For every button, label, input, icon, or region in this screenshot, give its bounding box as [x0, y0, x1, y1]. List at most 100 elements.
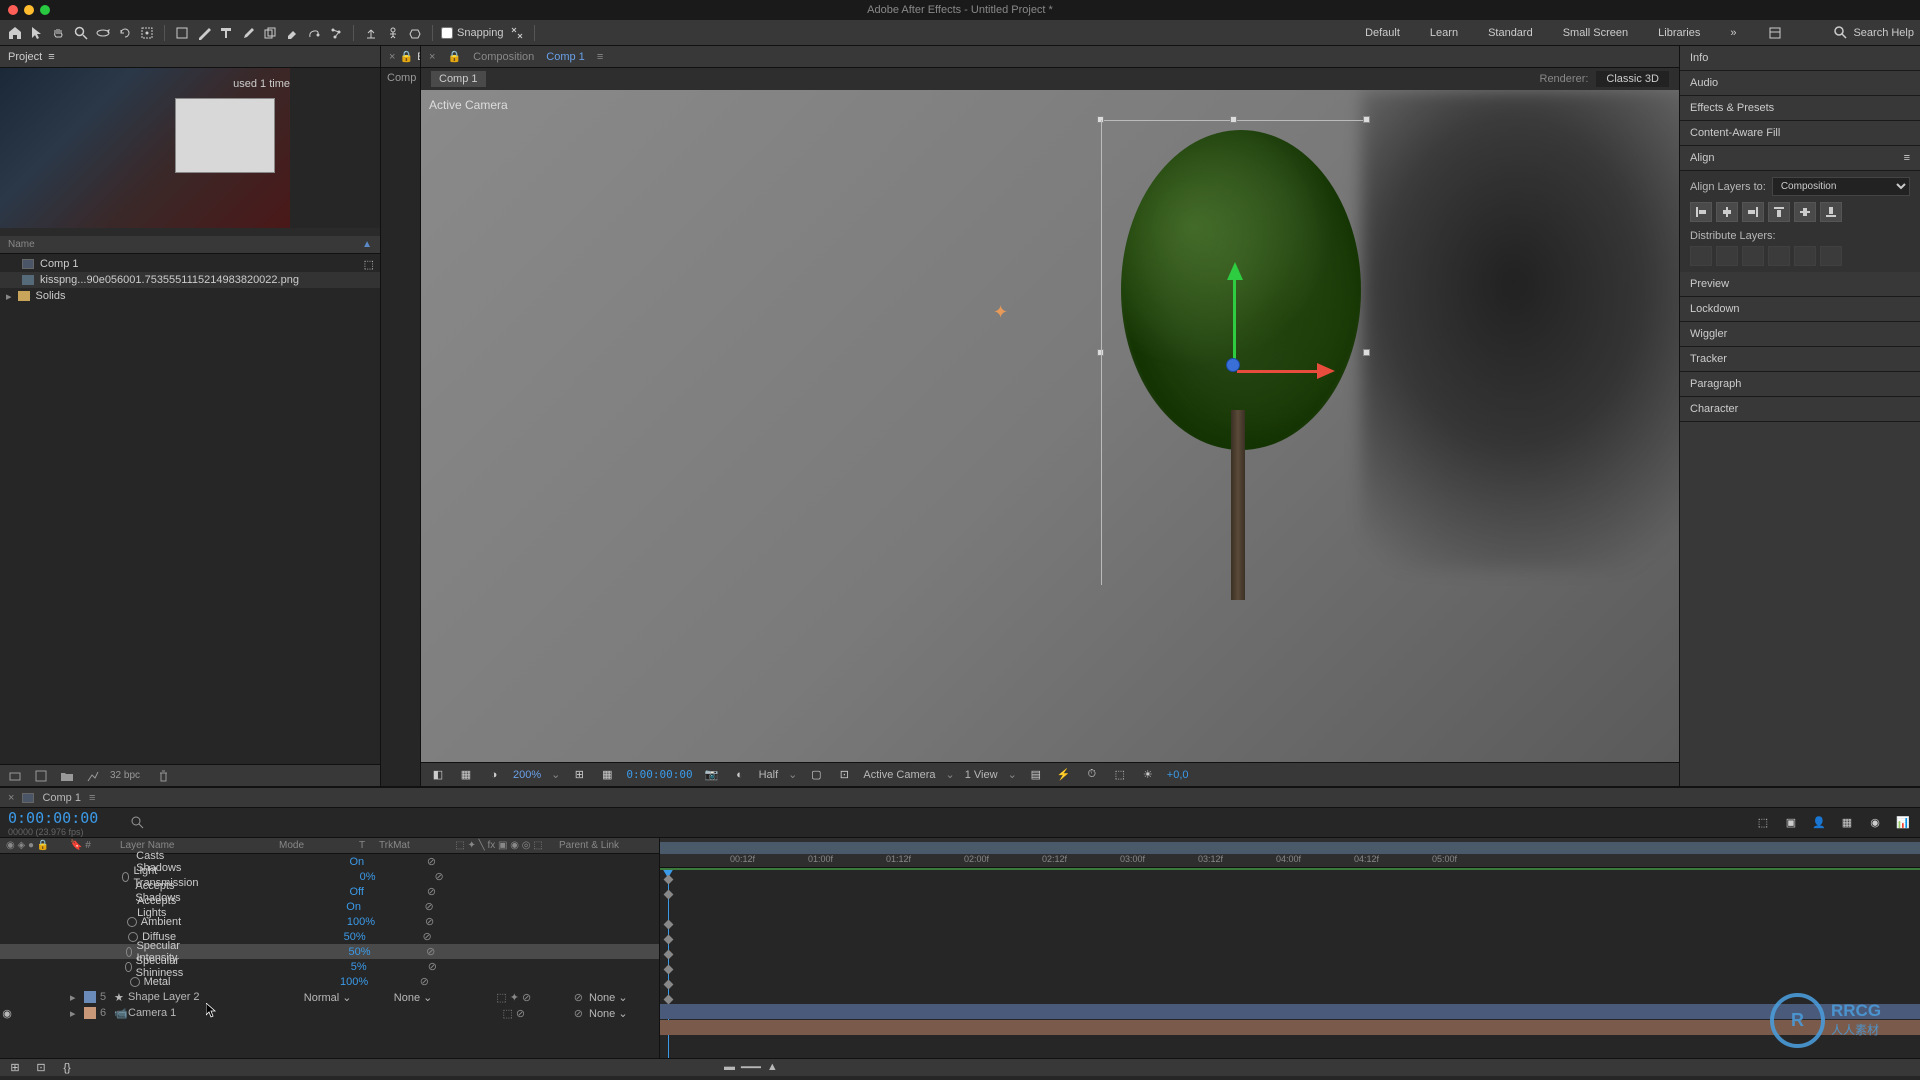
- gizmo-y-axis[interactable]: [1235, 262, 1243, 365]
- align-vcenter-button[interactable]: [1794, 202, 1816, 222]
- shape-tool-icon[interactable]: [173, 24, 191, 42]
- toggle-in-out-icon[interactable]: {}: [58, 1059, 76, 1077]
- layer-color-swatch[interactable]: [84, 991, 96, 1003]
- anchor-point-icon[interactable]: ✦: [993, 302, 1008, 323]
- minimize-window-button[interactable]: [24, 5, 34, 15]
- align-panel-tab[interactable]: Align ≡: [1680, 146, 1920, 171]
- content-aware-fill-panel-tab[interactable]: Content-Aware Fill: [1680, 121, 1920, 146]
- zoom-tool-icon[interactable]: [72, 24, 90, 42]
- exposure-value[interactable]: +0,0: [1167, 769, 1189, 781]
- show-channel-icon[interactable]: ◐: [731, 766, 749, 784]
- character-panel-tab[interactable]: Character: [1680, 397, 1920, 422]
- selection-tool-icon[interactable]: [28, 24, 46, 42]
- property-value[interactable]: 50%: [349, 946, 427, 958]
- text-tool-icon[interactable]: [217, 24, 235, 42]
- panel-menu-icon[interactable]: ≡: [1904, 152, 1910, 164]
- expression-pick-icon[interactable]: ⊘: [423, 930, 432, 943]
- panel-menu-icon[interactable]: ≡: [597, 51, 603, 63]
- project-item-image[interactable]: kisspng...90e056001.75355511152149838200…: [0, 272, 380, 288]
- snapshot-icon[interactable]: 📷: [703, 766, 721, 784]
- keyframe-marker[interactable]: [664, 935, 674, 945]
- zoom-in-icon[interactable]: ▲: [767, 1061, 778, 1074]
- motion-blur-icon[interactable]: ◉: [1866, 814, 1884, 832]
- sort-indicator-icon[interactable]: ▲: [362, 239, 372, 250]
- workspace-default[interactable]: Default: [1365, 27, 1400, 39]
- close-tab-icon[interactable]: ×: [429, 51, 435, 63]
- layer-color-swatch[interactable]: [84, 1007, 96, 1019]
- dropdown-icon[interactable]: ⌄: [946, 768, 955, 781]
- new-folder-icon[interactable]: [58, 767, 76, 785]
- project-panel-tab[interactable]: Project ≡: [0, 46, 380, 68]
- property-value[interactable]: 100%: [347, 916, 425, 928]
- align-hcenter-button[interactable]: [1716, 202, 1738, 222]
- snapping-toggle[interactable]: Snapping: [441, 27, 504, 39]
- expression-pick-icon[interactable]: ⊘: [427, 855, 436, 868]
- keyframe-marker[interactable]: [664, 890, 674, 900]
- effect-controls-tab[interactable]: × 🔒 Effect Controls tr: [381, 46, 420, 68]
- resize-handle-tr[interactable]: [1363, 116, 1370, 123]
- expression-pick-icon[interactable]: ⊘: [427, 885, 436, 898]
- composition-viewport[interactable]: Active Camera ✦: [421, 90, 1679, 762]
- lock-icon[interactable]: 🔒: [399, 50, 413, 63]
- property-value[interactable]: 5%: [351, 961, 428, 973]
- stopwatch-icon[interactable]: [125, 962, 131, 972]
- resize-handle-mr[interactable]: [1363, 349, 1370, 356]
- toggle-modes-icon[interactable]: ⊡: [32, 1059, 50, 1077]
- property-value[interactable]: On: [349, 856, 426, 868]
- home-icon[interactable]: [6, 24, 24, 42]
- flowchart-icon[interactable]: ⬚: [1111, 766, 1129, 784]
- close-tab-icon[interactable]: ×: [8, 792, 14, 804]
- distribute-button[interactable]: [1820, 246, 1842, 266]
- timeline-tab-label[interactable]: Comp 1: [42, 792, 81, 804]
- property-row[interactable]: Light Transmission 0% ⊘: [0, 869, 659, 884]
- pixel-aspect-icon[interactable]: ▤: [1027, 766, 1045, 784]
- property-value[interactable]: On: [346, 901, 424, 913]
- layer-trkmat[interactable]: None ⌄: [394, 991, 454, 1004]
- workspace-learn[interactable]: Learn: [1430, 27, 1458, 39]
- composition-tab-name[interactable]: Comp 1: [546, 51, 585, 63]
- graph-editor-icon[interactable]: 📊: [1894, 814, 1912, 832]
- anchor-tool-icon[interactable]: [138, 24, 156, 42]
- expression-pick-icon[interactable]: ⊘: [420, 975, 429, 988]
- layer-switches[interactable]: ⬚ ✦ ⊘: [454, 991, 574, 1004]
- property-row[interactable]: Metal 100% ⊘: [0, 974, 659, 989]
- dropdown-icon[interactable]: ⌄: [1008, 768, 1017, 781]
- layer-parent[interactable]: None ⌄: [589, 1007, 659, 1020]
- channel-icon[interactable]: ▦: [457, 766, 475, 784]
- breadcrumb-chip[interactable]: Comp 1: [431, 71, 486, 87]
- twirl-icon[interactable]: ▸: [70, 991, 80, 1004]
- axis-view-icon[interactable]: [406, 24, 424, 42]
- layer-mode[interactable]: Normal ⌄: [304, 991, 374, 1004]
- axis-world-icon[interactable]: [384, 24, 402, 42]
- align-left-button[interactable]: [1690, 202, 1712, 222]
- layer-name[interactable]: Camera 1: [128, 1007, 304, 1019]
- search-layers-icon[interactable]: [128, 814, 146, 832]
- puppet-tool-icon[interactable]: [327, 24, 345, 42]
- expression-pick-icon[interactable]: ⊘: [434, 870, 443, 883]
- search-help[interactable]: Search Help: [1834, 26, 1914, 39]
- distribute-button[interactable]: [1690, 246, 1712, 266]
- resize-handle-tl[interactable]: [1097, 116, 1104, 123]
- panel-menu-icon[interactable]: ≡: [89, 792, 95, 804]
- parent-pick-icon[interactable]: ⊘: [574, 1007, 583, 1020]
- layer-name[interactable]: Shape Layer 2: [128, 991, 304, 1003]
- info-panel-tab[interactable]: Info: [1680, 46, 1920, 71]
- property-value[interactable]: 100%: [340, 976, 420, 988]
- stopwatch-icon[interactable]: [127, 917, 137, 927]
- timeline-timecode[interactable]: 0:00:00:00: [8, 809, 98, 827]
- align-right-button[interactable]: [1742, 202, 1764, 222]
- timeline-ruler[interactable]: 00:12f01:00f01:12f02:00f02:12f03:00f03:1…: [660, 838, 1920, 868]
- reset-workspace-icon[interactable]: [1766, 24, 1784, 42]
- brush-tool-icon[interactable]: [239, 24, 257, 42]
- keyframe-marker[interactable]: [664, 920, 674, 930]
- views-dropdown[interactable]: 1 View: [965, 769, 998, 781]
- project-item-folder[interactable]: ▸ Solids: [0, 288, 380, 304]
- close-window-button[interactable]: [8, 5, 18, 15]
- zoom-dropdown-icon[interactable]: ⌄: [551, 768, 560, 781]
- roto-tool-icon[interactable]: [305, 24, 323, 42]
- property-row[interactable]: Accepts Lights On ⊘: [0, 899, 659, 914]
- project-item-comp[interactable]: Comp 1 ⬚: [0, 256, 380, 272]
- dropdown-icon[interactable]: ⌄: [788, 768, 797, 781]
- zoom-level[interactable]: 200%: [513, 769, 541, 781]
- expression-pick-icon[interactable]: ⊘: [426, 945, 435, 958]
